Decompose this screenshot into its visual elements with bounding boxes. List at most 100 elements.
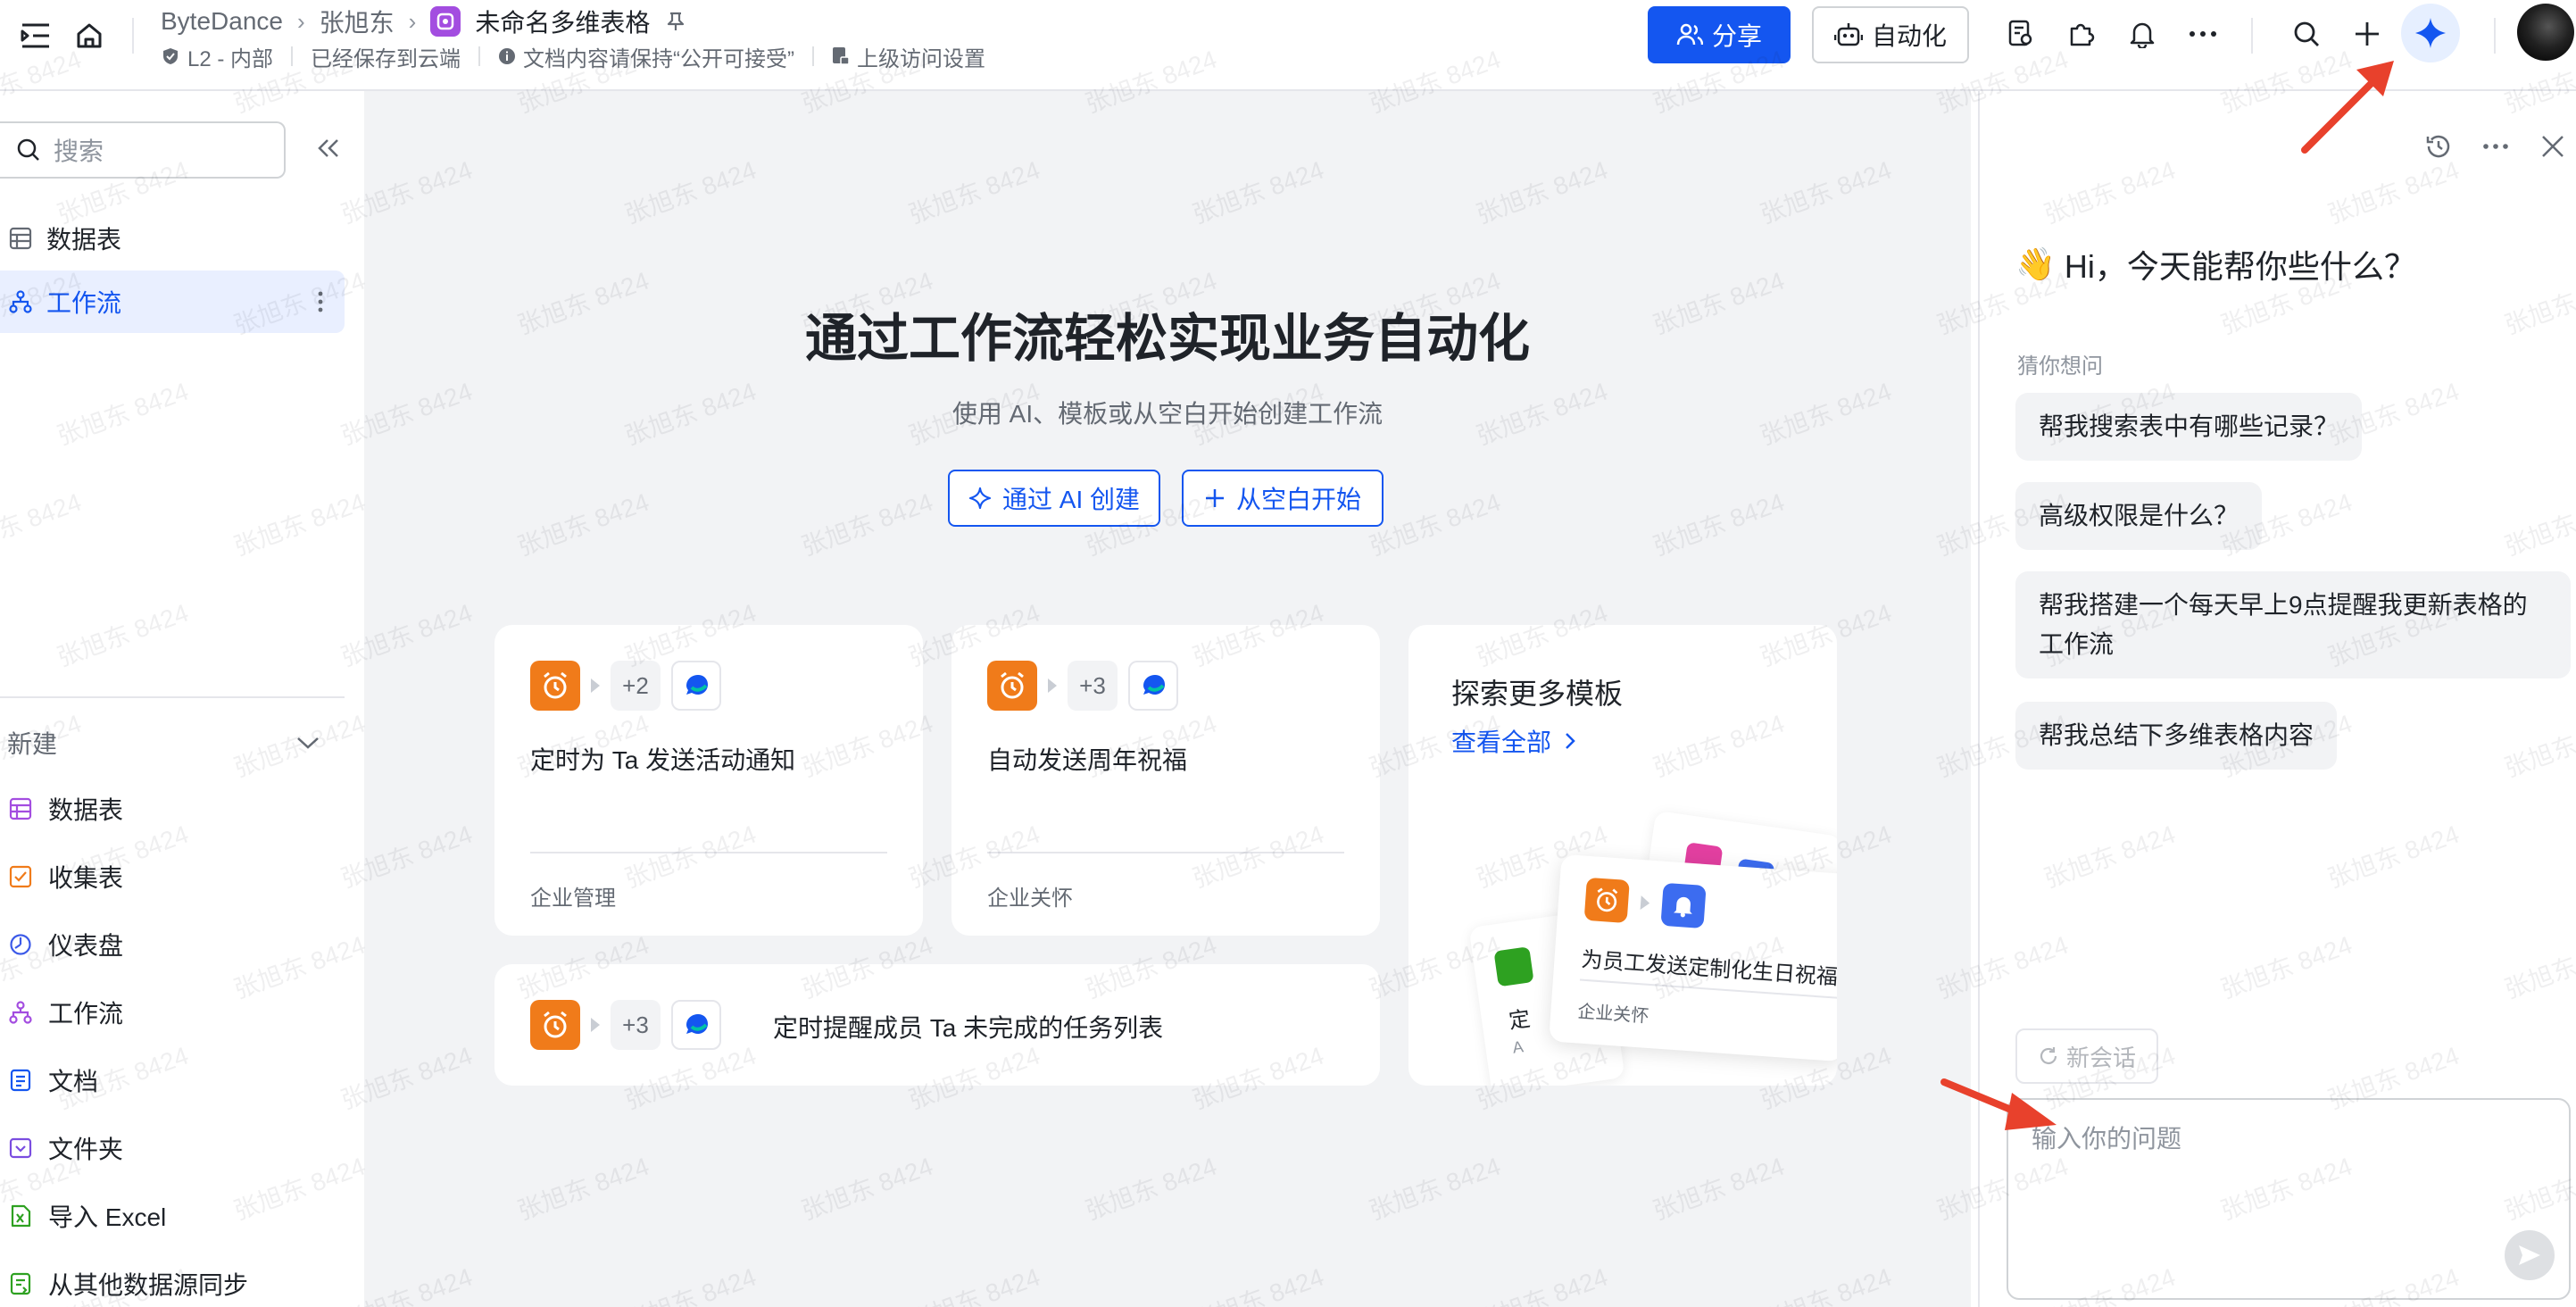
template-tag: 企业关怀 [987, 887, 1073, 911]
security-level[interactable]: L2 - 内部 [161, 41, 273, 72]
search-icon[interactable] [2287, 14, 2326, 54]
base-doc-icon [430, 6, 461, 37]
table-icon [9, 797, 32, 820]
search-input[interactable]: 搜索 [0, 121, 286, 179]
extra-steps-count: +3 [611, 1000, 661, 1050]
sparkle-icon [968, 487, 992, 510]
info-icon [499, 48, 516, 64]
workflow-steps: +3 [530, 1000, 721, 1050]
suggestion-chip[interactable]: 高级权限是什么？ [2015, 482, 2263, 550]
blank-start-button[interactable]: 从空白开始 [1182, 470, 1384, 527]
new-chat-button[interactable]: 新会话 [2015, 1028, 2158, 1084]
template-title: 定时为 Ta 发送活动通知 [530, 746, 796, 774]
suggestion-chip[interactable]: 帮我搜索表中有哪些记录？ [2015, 393, 2363, 461]
more-vertical-icon[interactable] [318, 290, 323, 319]
new-chat-icon [2040, 1047, 2057, 1064]
more-icon[interactable] [2183, 14, 2223, 54]
doc-icon [10, 1069, 31, 1092]
ai-create-button[interactable]: 通过 AI 创建 [948, 470, 1160, 527]
sidebar: 搜索 数据表 工作流 新建 数据表 收集表 仪表盘 工作流 文档 文件夹 导入 … [0, 91, 364, 1307]
breadcrumb: ByteDance › 张旭东 › 未命名多维表格 [161, 4, 687, 39]
new-datatable[interactable]: 数据表 [9, 782, 123, 836]
breadcrumb-company[interactable]: ByteDance [161, 7, 283, 36]
alarm-clock-icon [987, 661, 1037, 711]
sync-datasource[interactable]: 从其他数据源同步 [9, 1257, 248, 1307]
search-icon [17, 138, 39, 161]
new-form[interactable]: 收集表 [9, 850, 123, 903]
send-button[interactable] [2505, 1230, 2555, 1280]
home-icon[interactable] [70, 16, 109, 55]
preview-back-text: 定 [1507, 1006, 1533, 1034]
doc-meta-row: L2 - 内部 已经保存到云端 文档内容请保持“公开可接受” 上级访问设置 [161, 41, 985, 71]
shield-check-icon [163, 48, 178, 64]
close-icon[interactable] [2533, 127, 2572, 166]
suggestions-label: 猜你想问 [2017, 354, 2103, 379]
collapse-sidebar-icon[interactable] [311, 130, 346, 166]
breadcrumb-owner[interactable]: 张旭东 [320, 4, 395, 39]
new-section-label: 新建 [7, 730, 58, 758]
divider [0, 696, 345, 698]
top-bar: ByteDance › 张旭东 › 未命名多维表格 L2 - 内部 已经保存到云… [0, 0, 2576, 91]
sidebar-item-workflow[interactable]: 工作流 [0, 271, 345, 333]
question-input[interactable] [2008, 1100, 2569, 1298]
template-card[interactable]: +3 定时提醒成员 Ta 未完成的任务列表 [494, 964, 1380, 1086]
step-arrow-icon [1640, 895, 1650, 911]
divider [812, 46, 815, 66]
divider [478, 46, 481, 66]
explore-templates-card[interactable]: 探索更多模板 查看全部 定 A 为员工发送定制化生日祝福 企业关怀 [1408, 625, 1837, 1086]
preview-card-front: 为员工发送定制化生日祝福 企业关怀 [1549, 853, 1837, 1062]
table-icon [9, 227, 32, 250]
view-all-link[interactable]: 查看全部 [1451, 723, 1576, 759]
sync-icon [10, 1272, 31, 1295]
avatar[interactable] [2517, 4, 2574, 61]
workflow-steps [1583, 877, 1707, 929]
workflow-steps: +3 [987, 661, 1178, 711]
workflow-main-area: 通过工作流轻松实现业务自动化 使用 AI、模板或从空白开始创建工作流 通过 AI… [364, 91, 1971, 1307]
divider [530, 852, 887, 853]
import-excel[interactable]: 导入 Excel [9, 1189, 166, 1243]
preview-icon [1493, 946, 1534, 987]
doc-title[interactable]: 未命名多维表格 [475, 4, 650, 39]
plus-icon[interactable] [2347, 14, 2387, 54]
sidebar-toggle-icon[interactable] [16, 16, 55, 55]
access-setting[interactable]: 上级访问设置 [832, 41, 985, 72]
greeting: 👋 Hi，今天能帮你些什么？ [2015, 241, 2416, 287]
extra-steps-count: +2 [611, 661, 661, 711]
new-section-header[interactable]: 新建 [7, 716, 320, 770]
step-arrow-icon [591, 678, 600, 693]
plugin-icon[interactable] [2062, 14, 2101, 54]
new-folder[interactable]: 文件夹 [9, 1121, 123, 1175]
automation-button[interactable]: 自动化 [1812, 6, 1969, 63]
template-card[interactable]: +2 定时为 Ta 发送活动通知 企业管理 [494, 625, 923, 936]
new-dashboard[interactable]: 仪表盘 [9, 918, 123, 971]
robot-icon [1833, 23, 1863, 46]
preview-tag: 企业关怀 [1576, 1002, 1650, 1027]
ai-assistant-icon[interactable] [2401, 4, 2460, 62]
save-status: 已经保存到云端 [311, 46, 461, 71]
template-title: 定时提醒成员 Ta 未完成的任务列表 [773, 1014, 1164, 1042]
page-title: 通过工作流轻松实现业务自动化 [804, 310, 1530, 368]
suggestion-chip[interactable]: 帮我搭建一个每天早上9点提醒我更新表格的工作流 [2015, 571, 2571, 678]
sidebar-item-datatable[interactable]: 数据表 [0, 207, 345, 270]
chevron-down-icon [297, 737, 319, 749]
share-button[interactable]: 分享 [1648, 6, 1791, 63]
bell-icon[interactable] [2123, 14, 2162, 54]
alarm-clock-icon [530, 1000, 580, 1050]
question-input-box [2007, 1098, 2571, 1300]
history-icon[interactable] [2419, 127, 2458, 166]
step-arrow-icon [1048, 678, 1057, 693]
pin-icon[interactable] [664, 10, 687, 33]
template-card[interactable]: +3 自动发送周年祝福 企业关怀 [951, 625, 1380, 936]
document-info-icon[interactable] [2001, 14, 2040, 54]
new-workflow[interactable]: 工作流 [9, 986, 123, 1039]
workflow-icon [9, 1001, 32, 1024]
new-doc[interactable]: 文档 [9, 1053, 98, 1107]
lark-message-icon [1128, 661, 1178, 711]
more-icon[interactable] [2476, 127, 2515, 166]
suggestion-chip[interactable]: 帮我总结下多维表格内容 [2015, 702, 2338, 770]
sidebar-item-label: 工作流 [46, 289, 122, 317]
lock-doc-icon [833, 47, 850, 65]
extra-steps-count: +3 [1068, 661, 1118, 711]
plus-icon [1205, 489, 1224, 507]
divider [987, 852, 1344, 853]
